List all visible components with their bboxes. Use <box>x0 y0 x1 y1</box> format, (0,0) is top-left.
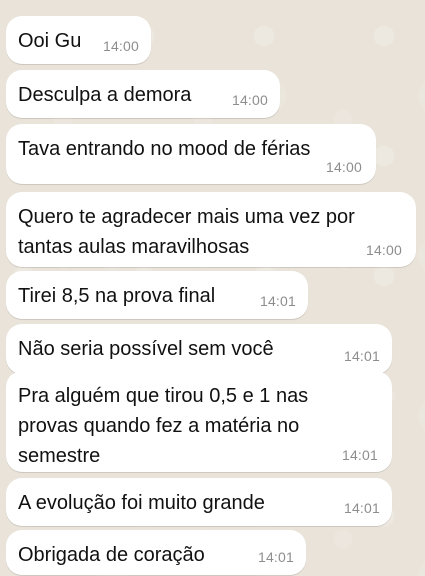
message-time: 14:00 <box>325 159 362 175</box>
message-text: Pra alguém que tirou 0,5 e 1 nas provas … <box>18 385 309 467</box>
message-time: 14:01 <box>259 293 296 309</box>
message-bubble[interactable]: Tava entrando no mood de férias 14:00 <box>6 124 376 184</box>
message-bubble[interactable]: Não seria possível sem você 14:01 <box>6 324 392 374</box>
message-bubble[interactable]: Tirei 8,5 na prova final 14:01 <box>6 271 308 319</box>
message-time: 14:00 <box>231 92 268 108</box>
message-time: 14:01 <box>341 447 378 463</box>
message-text: Tirei 8,5 na prova final <box>18 285 216 307</box>
message-time: 14:00 <box>365 242 402 258</box>
chat-background: Ooi Gu 14:00 Desculpa a demora 14:00 Tav… <box>0 0 425 576</box>
message-text: Desculpa a demora <box>18 84 192 106</box>
message-time: 14:01 <box>343 348 380 364</box>
message-bubble[interactable]: Obrigada de coração 14:01 <box>6 530 306 575</box>
message-time: 14:01 <box>343 500 380 516</box>
message-text: Obrigada de coração <box>18 544 205 566</box>
message-text: Quero te agradecer mais uma vez por tant… <box>18 206 355 258</box>
message-bubble[interactable]: Ooi Gu 14:00 <box>6 16 151 64</box>
message-bubble[interactable]: A evolução foi muito grande 14:01 <box>6 478 392 526</box>
message-bubble[interactable]: Pra alguém que tirou 0,5 e 1 nas provas … <box>6 371 392 472</box>
message-text: A evolução foi muito grande <box>18 492 265 514</box>
message-bubble[interactable]: Desculpa a demora 14:00 <box>6 70 280 118</box>
message-text: Tava entrando no mood de férias <box>18 138 311 160</box>
message-text: Não seria possível sem você <box>18 338 274 360</box>
message-bubble[interactable]: Quero te agradecer mais uma vez por tant… <box>6 192 416 267</box>
message-time: 14:01 <box>257 549 294 565</box>
message-time: 14:00 <box>102 38 139 54</box>
